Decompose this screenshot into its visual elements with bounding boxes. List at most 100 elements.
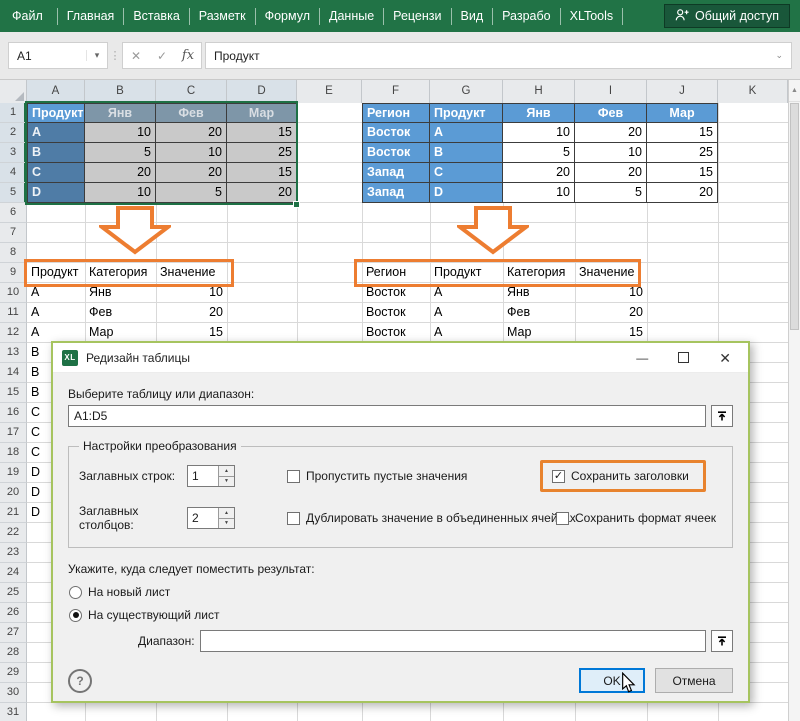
cell[interactable]: Мар [85, 323, 156, 343]
share-button[interactable]: Общий доступ [664, 4, 790, 28]
cell[interactable]: A [27, 323, 85, 343]
confirm-entry-icon[interactable]: ✓ [149, 49, 175, 63]
column-header-F[interactable]: F [362, 80, 430, 103]
row-header-11[interactable]: 11 [0, 303, 27, 323]
ribbon-tab-вставка[interactable]: Вставка [124, 0, 188, 32]
row-header-18[interactable]: 18 [0, 443, 27, 463]
cell[interactable]: 20 [227, 183, 297, 203]
cell[interactable]: B [27, 143, 85, 163]
column-header-E[interactable]: E [297, 80, 362, 103]
cell[interactable]: Фев [503, 303, 575, 323]
cell[interactable]: 15 [647, 123, 718, 143]
spin-down-icon[interactable]: ▼ [219, 519, 234, 529]
row-header-9[interactable]: 9 [0, 263, 27, 283]
cell[interactable]: C [430, 163, 503, 183]
spin-up-icon[interactable]: ▲ [219, 466, 234, 477]
cell[interactable]: A [27, 123, 85, 143]
row-header-25[interactable]: 25 [0, 583, 27, 603]
cell[interactable]: 5 [575, 183, 647, 203]
cell[interactable]: 10 [85, 183, 156, 203]
cell[interactable]: Восток [362, 303, 430, 323]
insert-function-icon[interactable]: fx [175, 48, 201, 63]
row-header-16[interactable]: 16 [0, 403, 27, 423]
cell[interactable]: Запад [362, 163, 430, 183]
cell[interactable]: Фев [575, 103, 647, 123]
row-header-17[interactable]: 17 [0, 423, 27, 443]
cell[interactable]: 20 [156, 303, 227, 323]
ribbon-tab-file[interactable]: Файл [0, 0, 57, 32]
cell[interactable]: Продукт [430, 103, 503, 123]
expand-formula-bar-icon[interactable]: ⌄ [775, 50, 783, 61]
column-header-C[interactable]: C [156, 80, 227, 103]
header-rows-stepper[interactable]: 1 ▲▼ [187, 465, 235, 487]
row-header-21[interactable]: 21 [0, 503, 27, 523]
cell[interactable]: Восток [362, 123, 430, 143]
row-header-4[interactable]: 4 [0, 163, 27, 183]
cell[interactable]: 15 [227, 163, 297, 183]
row-header-28[interactable]: 28 [0, 643, 27, 663]
dest-range-input[interactable] [200, 630, 706, 652]
row-header-20[interactable]: 20 [0, 483, 27, 503]
cell[interactable]: 5 [503, 143, 575, 163]
name-box[interactable]: A1 ▾ [8, 42, 108, 69]
cell[interactable]: D [27, 183, 85, 203]
row-header-19[interactable]: 19 [0, 463, 27, 483]
duplicate-values-checkbox[interactable]: Дублировать значение в объединенных ячей… [287, 511, 576, 525]
ribbon-tab-главная[interactable]: Главная [58, 0, 124, 32]
row-header-14[interactable]: 14 [0, 363, 27, 383]
cell[interactable]: A [430, 303, 503, 323]
row-header-29[interactable]: 29 [0, 663, 27, 683]
row-header-3[interactable]: 3 [0, 143, 27, 163]
help-button[interactable]: ? [68, 669, 92, 693]
ribbon-tab-рецензи[interactable]: Рецензи [384, 0, 450, 32]
row-header-12[interactable]: 12 [0, 323, 27, 343]
select-all-corner[interactable] [0, 80, 27, 103]
ribbon-tab-вид[interactable]: Вид [452, 0, 493, 32]
cell[interactable]: 20 [85, 163, 156, 183]
cancel-button[interactable]: Отмена [655, 668, 733, 693]
existing-sheet-radio[interactable]: На существующий лист [69, 608, 733, 622]
header-cols-stepper[interactable]: 2 ▲▼ [187, 507, 235, 529]
cell[interactable]: A [430, 323, 503, 343]
cell[interactable]: 10 [575, 143, 647, 163]
row-header-26[interactable]: 26 [0, 603, 27, 623]
scroll-up-icon[interactable]: ▲ [789, 80, 800, 102]
cell[interactable]: Мар [227, 103, 297, 123]
column-header-I[interactable]: I [575, 80, 647, 103]
row-header-30[interactable]: 30 [0, 683, 27, 703]
cell[interactable]: 20 [156, 163, 227, 183]
cell[interactable]: 20 [575, 123, 647, 143]
ribbon-tab-формул[interactable]: Формул [256, 0, 319, 32]
cell[interactable]: A [430, 123, 503, 143]
cell[interactable]: 15 [156, 323, 227, 343]
cell[interactable]: 15 [647, 163, 718, 183]
spin-down-icon[interactable]: ▼ [219, 477, 234, 487]
cell[interactable]: 10 [503, 183, 575, 203]
cell[interactable]: Восток [362, 323, 430, 343]
column-header-D[interactable]: D [227, 80, 297, 103]
cell[interactable]: A [27, 303, 85, 323]
keep-format-checkbox[interactable]: Сохранить формат ячеек [556, 511, 716, 525]
cell[interactable]: Мар [503, 323, 575, 343]
cell[interactable]: 25 [227, 143, 297, 163]
cell[interactable]: Фев [156, 103, 227, 123]
column-header-G[interactable]: G [430, 80, 503, 103]
formula-bar[interactable]: Продукт ⌄ [205, 42, 792, 69]
ribbon-tab-xltools[interactable]: XLTools [561, 0, 623, 32]
row-header-23[interactable]: 23 [0, 543, 27, 563]
minimize-icon[interactable]: — [636, 352, 648, 364]
cell[interactable]: 15 [227, 123, 297, 143]
row-header-5[interactable]: 5 [0, 183, 27, 203]
new-sheet-radio[interactable]: На новый лист [69, 585, 733, 599]
range-input[interactable]: A1:D5 [68, 405, 706, 427]
scrollbar-thumb[interactable] [790, 103, 799, 330]
row-header-1[interactable]: 1 [0, 103, 27, 123]
cell[interactable]: 20 [647, 183, 718, 203]
spin-up-icon[interactable]: ▲ [219, 508, 234, 519]
cell[interactable]: Фев [85, 303, 156, 323]
column-header-A[interactable]: A [27, 80, 85, 103]
cell[interactable]: Запад [362, 183, 430, 203]
cell[interactable]: Янв [85, 103, 156, 123]
cell[interactable]: 15 [575, 323, 647, 343]
selection-fill-handle[interactable] [293, 201, 300, 208]
